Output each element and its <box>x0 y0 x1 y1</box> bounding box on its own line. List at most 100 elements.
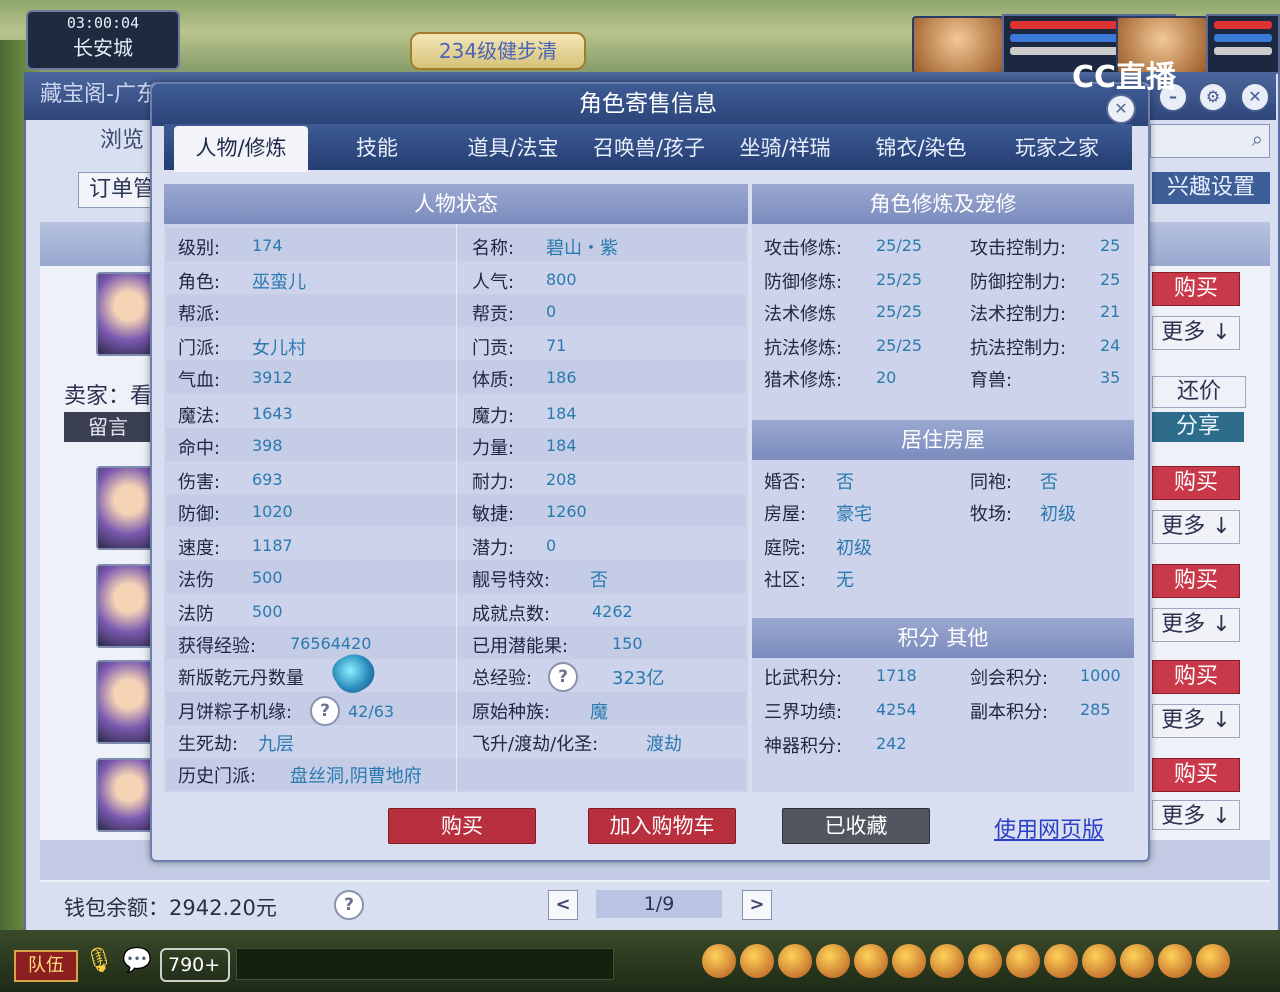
game-function-icon[interactable] <box>1158 944 1192 978</box>
chat-bubble-icon[interactable]: 💬 <box>122 946 152 980</box>
stat-label: 防御: <box>178 504 221 525</box>
tab-pets-children[interactable]: 召唤兽/孩子 <box>582 126 716 170</box>
total-exp-help-icon[interactable]: ? <box>548 662 578 692</box>
stat-label: 法防 <box>178 604 214 625</box>
game-function-tray <box>700 940 1270 986</box>
microphone-icon[interactable]: 🎙 <box>84 946 114 980</box>
listing-more-button[interactable]: 更多 ↓ <box>1152 704 1240 738</box>
stat-label: 魔法: <box>178 406 221 427</box>
stat-value: 3912 <box>252 368 293 387</box>
stat-value: 女儿村 <box>252 338 306 359</box>
house-value: 初级 <box>836 538 872 559</box>
stat-label: 魔力: <box>472 406 515 427</box>
listing-avatar[interactable] <box>96 660 156 744</box>
game-function-icon[interactable] <box>892 944 926 978</box>
wallet-help-icon[interactable]: ? <box>334 890 364 920</box>
game-function-icon[interactable] <box>816 944 850 978</box>
prev-page-button[interactable]: < <box>548 890 578 920</box>
stat-value: 4262 <box>592 602 633 621</box>
pet-portrait[interactable] <box>912 16 1004 74</box>
house-value: 初级 <box>1040 504 1076 525</box>
stat-label: 新版乾元丹数量 <box>178 668 304 689</box>
bargain-button[interactable]: 还价 <box>1152 376 1246 408</box>
points-label: 剑会积分: <box>970 668 1049 689</box>
stat-value: 186 <box>546 368 577 387</box>
mooncake-help-icon[interactable]: ? <box>310 696 340 726</box>
listing-buy-button[interactable]: 购买 <box>1152 272 1240 306</box>
listing-more-button[interactable]: 更多 ↓ <box>1152 608 1240 642</box>
game-function-icon[interactable] <box>702 944 736 978</box>
cult-value: 20 <box>876 368 897 387</box>
collected-button[interactable]: 已收藏 <box>782 808 930 844</box>
game-function-icon[interactable] <box>1044 944 1078 978</box>
game-function-icon[interactable] <box>930 944 964 978</box>
cult-label: 抗法修炼: <box>764 338 843 359</box>
leave-message-button[interactable]: 留言 <box>64 412 152 442</box>
listing-avatar[interactable] <box>96 466 156 550</box>
house-value: 豪宅 <box>836 504 872 525</box>
chat-input[interactable] <box>236 948 614 980</box>
house-label: 牧场: <box>970 504 1013 525</box>
game-function-icon[interactable] <box>1006 944 1040 978</box>
stat-value: 盘丝洞,阴曹地府 <box>290 766 422 787</box>
next-page-button[interactable]: > <box>742 890 772 920</box>
browse-tab[interactable]: 浏览 <box>100 122 144 154</box>
stat-value: 500 <box>252 568 283 587</box>
search-icon[interactable]: ⌕ <box>1252 127 1263 151</box>
cult-value: 35 <box>1100 368 1121 387</box>
cult-label: 法术控制力: <box>970 304 1067 325</box>
skill-top-button[interactable]: 234级健步清 <box>410 32 586 70</box>
game-function-icon[interactable] <box>1082 944 1116 978</box>
tab-items-treasures[interactable]: 道具/法宝 <box>446 126 580 170</box>
house-panel: 居住房屋 <box>752 420 1134 618</box>
tab-mounts[interactable]: 坐骑/祥瑞 <box>718 126 852 170</box>
tab-costumes-dye[interactable]: 锦衣/染色 <box>854 126 988 170</box>
page-indicator: 1/9 <box>596 890 722 918</box>
listing-avatar[interactable] <box>96 758 156 832</box>
interest-settings-button[interactable]: 兴趣设置 <box>1152 172 1270 204</box>
listing-buy-button[interactable]: 购买 <box>1152 758 1240 792</box>
share-button[interactable]: 分享 <box>1152 412 1244 442</box>
stat-label: 已用潜能果: <box>472 636 569 657</box>
stat-label: 靓号特效: <box>472 570 551 591</box>
stat-value: 150 <box>612 634 643 653</box>
stat-label: 伤害: <box>178 472 221 493</box>
cult-value: 21 <box>1100 302 1121 321</box>
stat-value: 1187 <box>252 536 293 555</box>
stat-label: 力量: <box>472 438 515 459</box>
game-function-icon[interactable] <box>968 944 1002 978</box>
game-function-icon[interactable] <box>854 944 888 978</box>
market-window-title: 藏宝阁-广东 <box>40 82 158 107</box>
stat-value: 0 <box>546 302 557 321</box>
points-label: 神器积分: <box>764 736 843 757</box>
game-function-icon[interactable] <box>1196 944 1230 978</box>
listing-avatar[interactable] <box>96 564 156 648</box>
listing-buy-button[interactable]: 购买 <box>1152 466 1240 500</box>
stat-label: 帮派: <box>178 304 221 325</box>
listing-buy-button[interactable]: 购买 <box>1152 564 1240 598</box>
team-button[interactable]: 队伍 <box>14 950 78 982</box>
listing-buy-button[interactable]: 购买 <box>1152 660 1240 694</box>
listing-avatar[interactable] <box>96 272 156 356</box>
add-to-cart-button[interactable]: 加入购物车 <box>588 808 736 844</box>
use-web-version-link[interactable]: 使用网页版 <box>994 812 1104 844</box>
listing-more-button[interactable]: 更多 ↓ <box>1152 510 1240 544</box>
tab-skills[interactable]: 技能 <box>310 126 444 170</box>
stat-value: 800 <box>546 270 577 289</box>
search-input[interactable]: ⌕ <box>1150 124 1270 158</box>
buy-button[interactable]: 购买 <box>388 808 536 844</box>
tab-player-home[interactable]: 玩家之家 <box>990 126 1124 170</box>
points-value: 1000 <box>1080 666 1121 685</box>
stat-label: 总经验: <box>472 668 533 689</box>
game-function-icon[interactable] <box>1120 944 1154 978</box>
stat-label: 帮贡: <box>472 304 515 325</box>
listing-more-button[interactable]: 更多 ↓ <box>1152 316 1240 350</box>
tab-character-cultivation[interactable]: 人物/修炼 <box>174 126 308 172</box>
game-function-icon[interactable] <box>778 944 812 978</box>
listing-more-button[interactable]: 更多 ↓ <box>1152 800 1240 830</box>
stat-value: 71 <box>546 336 567 355</box>
dialog-close-icon[interactable]: ✕ <box>1106 94 1136 124</box>
points-heading: 积分 其他 <box>752 618 1134 658</box>
game-time: 03:00:04 <box>66 14 140 32</box>
game-function-icon[interactable] <box>740 944 774 978</box>
